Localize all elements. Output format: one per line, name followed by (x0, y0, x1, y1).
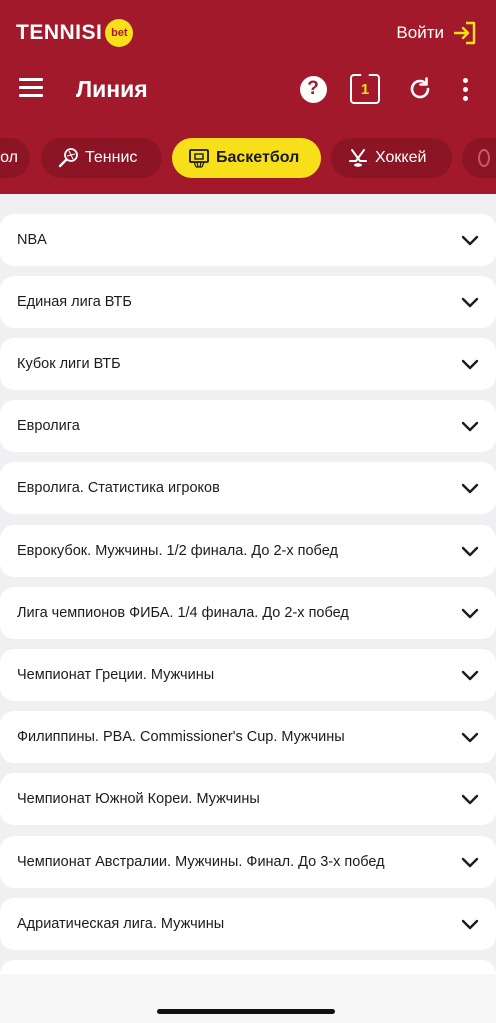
login-arrow-icon (453, 21, 476, 45)
logo-text: TENNISI (16, 21, 103, 44)
league-item-vtb-cup[interactable]: Кубок лиги ВТБ (0, 338, 496, 390)
menu-icon[interactable] (19, 78, 45, 100)
sport-tab-label: Теннис (85, 149, 138, 166)
chevron-down-icon[interactable] (460, 230, 480, 250)
chevron-down-icon[interactable] (460, 541, 480, 561)
league-item-adriatic[interactable]: Адриатическая лига. Мужчины (0, 898, 496, 950)
sport-tab-label: Баскетбол (216, 149, 300, 166)
sport-tab-basketball[interactable]: Баскетбол (172, 138, 321, 178)
login-label: Войти (396, 23, 444, 42)
league-item-south-korea[interactable]: Чемпионат Южной Кореи. Мужчины (0, 773, 496, 825)
league-item-greece[interactable]: Чемпионат Греции. Мужчины (0, 649, 496, 701)
tennis-racket-icon (58, 148, 78, 168)
more-icon[interactable] (450, 74, 480, 104)
chevron-down-icon[interactable] (460, 354, 480, 374)
coupon-count: 1 (350, 73, 380, 104)
league-label: Лига чемпионов ФИБА. 1/4 финала. До 2-х … (17, 605, 349, 621)
login-button[interactable]: Войти (396, 19, 478, 47)
chevron-down-icon[interactable] (460, 852, 480, 872)
league-label: Чемпионат Южной Кореи. Мужчины (17, 791, 260, 807)
chevron-down-icon[interactable] (460, 603, 480, 623)
sport-tab-previous[interactable]: ол (0, 138, 30, 178)
chevron-down-icon[interactable] (460, 416, 480, 436)
sport-tab-tennis[interactable]: Теннис (41, 138, 162, 178)
league-label: Евролига. Статистика игроков (17, 480, 220, 496)
chevron-down-icon[interactable] (460, 789, 480, 809)
league-item-partial[interactable] (0, 960, 496, 974)
coupon-icon[interactable]: 1 (350, 73, 380, 104)
chevron-down-icon[interactable] (460, 914, 480, 934)
league-label: Чемпионат Греции. Мужчины (17, 667, 215, 683)
sport-tab-hockey[interactable]: Хоккей (331, 138, 452, 178)
league-label: NBA (17, 232, 47, 248)
league-item-vtb-united[interactable]: Единая лига ВТБ (0, 276, 496, 328)
league-label: Евролига (17, 418, 80, 434)
basketball-hoop-icon (189, 149, 209, 168)
league-label: Филиппины. PBA. Commissioner's Cup. Мужч… (17, 729, 345, 745)
league-item-nba[interactable]: NBA (0, 214, 496, 266)
sport-tab-label: ол (0, 149, 18, 166)
tennisi-logo[interactable]: TENNISI bet (16, 18, 134, 48)
chevron-down-icon[interactable] (460, 665, 480, 685)
league-item-euroleague[interactable]: Евролига (0, 400, 496, 452)
league-label: Чемпионат Австралии. Мужчины. Финал. До … (17, 854, 385, 870)
app-header: TENNISI bet Войти Линия ? 1 ол Теннис Ба… (0, 0, 496, 194)
refresh-icon[interactable] (405, 74, 435, 104)
league-item-euroleague-stats[interactable]: Евролига. Статистика игроков (0, 462, 496, 514)
league-item-australia[interactable]: Чемпионат Австралии. Мужчины. Финал. До … (0, 836, 496, 888)
chevron-down-icon[interactable] (460, 478, 480, 498)
brand-bar: TENNISI bet Войти (0, 0, 496, 62)
home-indicator[interactable] (157, 1009, 335, 1014)
sport-tab-next[interactable] (462, 138, 496, 178)
league-label: Адриатическая лига. Мужчины (17, 916, 225, 932)
sports-tabs: ол Теннис Баскетбол Хоккей (0, 136, 496, 180)
league-label: Еврокубок. Мужчины. 1/2 финала. До 2-х п… (17, 543, 338, 559)
hockey-icon (349, 149, 367, 167)
league-item-philippines-pba[interactable]: Филиппины. PBA. Commissioner's Cup. Мужч… (0, 711, 496, 763)
chevron-down-icon[interactable] (460, 727, 480, 747)
chevron-down-icon[interactable] (460, 292, 480, 312)
league-item-eurocup[interactable]: Еврокубок. Мужчины. 1/2 финала. До 2-х п… (0, 525, 496, 577)
league-list: NBA Единая лига ВТБ Кубок лиги ВТБ Еврол… (0, 194, 496, 974)
sport-next-icon (478, 149, 490, 167)
league-label: Кубок лиги ВТБ (17, 356, 121, 372)
league-label: Единая лига ВТБ (17, 294, 132, 310)
page-title: Линия (76, 76, 148, 102)
sport-tab-label: Хоккей (375, 149, 427, 166)
help-icon[interactable]: ? (298, 74, 328, 104)
nav-bar: Линия ? 1 (0, 62, 496, 118)
help-symbol: ? (299, 75, 327, 103)
system-bottom-bar (0, 974, 496, 1023)
league-item-fiba-cl[interactable]: Лига чемпионов ФИБА. 1/4 финала. До 2-х … (0, 587, 496, 639)
logo-bet-badge: bet (105, 19, 134, 47)
